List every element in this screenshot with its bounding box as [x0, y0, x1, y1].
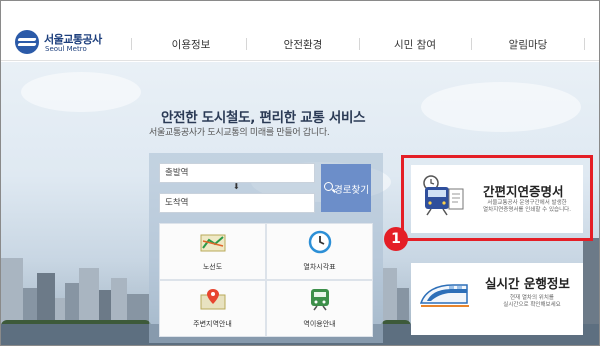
arrival-station-input[interactable]: 도착역: [159, 193, 315, 213]
route-map-icon: [200, 234, 226, 252]
logo-subtitle: Seoul Metro: [45, 45, 87, 53]
nav-item-citizen[interactable]: 시민 참여: [394, 37, 436, 52]
quick-menu-label: 노선도: [202, 263, 223, 271]
nav-divider: [471, 38, 472, 50]
quick-menu-station-info[interactable]: 역이용안내: [266, 280, 373, 337]
nav-divider: [584, 38, 585, 50]
train-icon: [311, 289, 329, 311]
nav-divider: [359, 38, 360, 50]
realtime-info-card[interactable]: 실시간 운행정보 현재 열차의 위치를 실시간으로 확인해보세요: [411, 263, 583, 335]
quick-menu-nearby[interactable]: 주변지역안내: [159, 280, 266, 337]
route-search-button-label: 경로찾기: [334, 185, 369, 196]
realtime-info-title: 실시간 운행정보: [485, 276, 570, 291]
building: [383, 268, 397, 328]
cloud: [21, 72, 141, 112]
highlight-box: [401, 155, 593, 241]
realtime-info-desc: 현재 열차의 위치를 실시간으로 확인해보세요: [497, 295, 567, 309]
nav-item-notices[interactable]: 알림마당: [509, 37, 548, 52]
hero-title: 안전한 도시철도, 편리한 교통 서비스: [161, 110, 366, 126]
map-pin-icon: [200, 289, 226, 310]
card-desc-line: 실시간으로 확인해보세요: [503, 302, 561, 308]
search-icon: [324, 182, 333, 191]
high-speed-train-icon: [419, 284, 469, 307]
nav-divider: [131, 38, 132, 50]
nav-divider: [246, 38, 247, 50]
quick-menu-timetable[interactable]: 열차시각표: [266, 223, 373, 280]
clock-icon: [308, 230, 332, 254]
nav-item-usage-info[interactable]: 이용정보: [172, 37, 211, 52]
quick-menu-label: 열차시각표: [303, 263, 336, 271]
seoul-metro-logo-icon: [15, 30, 39, 54]
departure-station-input[interactable]: 출발역: [159, 163, 315, 183]
cloud: [421, 82, 581, 132]
route-search-button[interactable]: 경로찾기: [321, 164, 371, 212]
building: [583, 238, 599, 328]
quick-menu-label: 주변지역안내: [193, 320, 232, 328]
hero-subtitle: 서울교통공사가 도시교통의 미래를 만들어 갑니다.: [149, 128, 330, 138]
quick-menu-label: 역이용안내: [303, 320, 336, 328]
building: [79, 268, 99, 328]
quick-menu-route-map[interactable]: 노선도: [159, 223, 266, 280]
nav-item-safety[interactable]: 안전환경: [284, 37, 323, 52]
building: [1, 258, 23, 328]
page-frame: 서울교통공사 Seoul Metro 이용정보 안전환경 시민 참여 알림마당: [0, 0, 600, 346]
step-badge: 1: [384, 227, 408, 251]
card-desc-line: 현재 열차의 위치를: [510, 295, 554, 301]
swap-stations-icon[interactable]: ⬇: [233, 182, 240, 191]
site-header: 서울교통공사 Seoul Metro 이용정보 안전환경 시민 참여 알림마당: [1, 1, 599, 61]
